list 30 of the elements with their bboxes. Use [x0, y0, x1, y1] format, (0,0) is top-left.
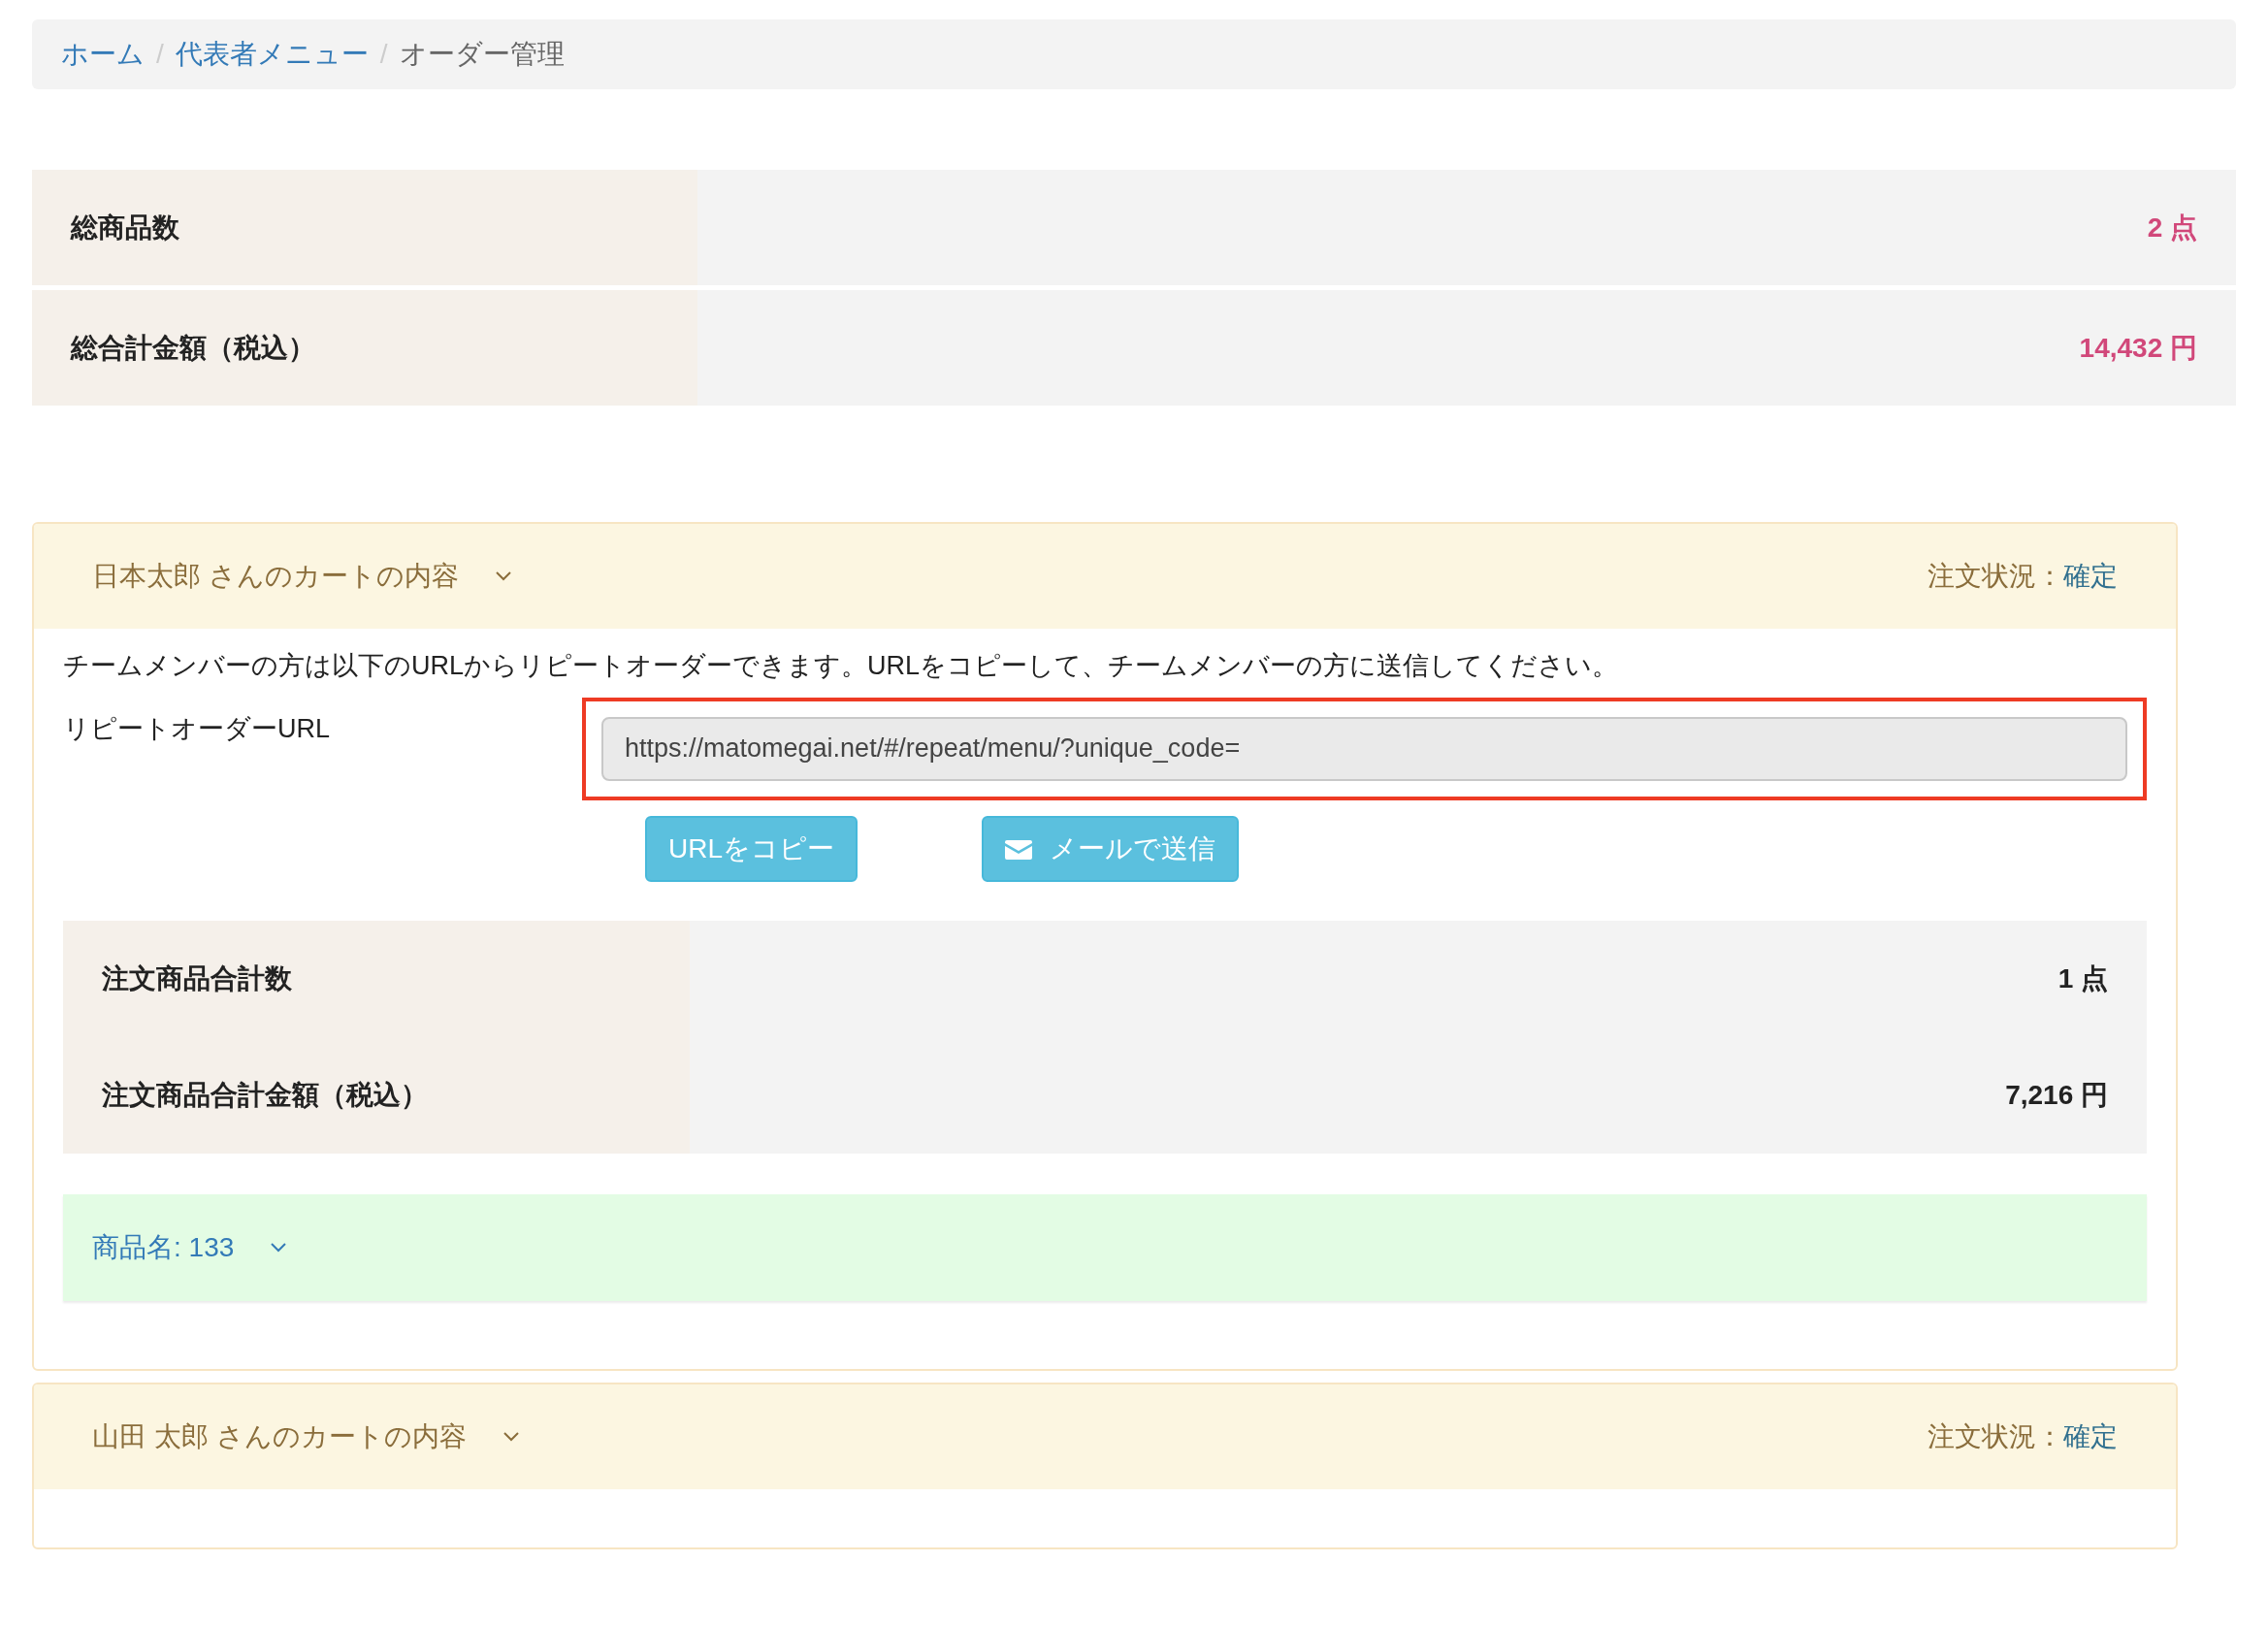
- url-field[interactable]: https://matomegai.net/#/repeat/menu/?unique_code=: [601, 716, 2127, 781]
- cart-title: 日本太郎 さんのカートの内容: [92, 560, 459, 593]
- breadcrumb-separator: /: [378, 38, 389, 71]
- breadcrumb-link[interactable]: 代表者メニュー: [175, 34, 369, 75]
- product-item-header[interactable]: 商品名: 133: [63, 1193, 2147, 1301]
- order-status-link[interactable]: 確定: [2063, 1416, 2118, 1457]
- breadcrumb-separator: /: [155, 38, 165, 71]
- summary-value: 14,432 円: [2079, 331, 2197, 365]
- url-label: リピートオーダーURL: [63, 712, 331, 745]
- order-status-label: 注文状況：: [1928, 1419, 2063, 1453]
- breadcrumb-link[interactable]: ホーム: [61, 34, 145, 75]
- totals-label: 注文商品合計数: [102, 961, 292, 995]
- chevron-down-icon: [501, 1430, 521, 1443]
- chevron-down-icon: [493, 570, 513, 582]
- order-status-link[interactable]: 確定: [2063, 556, 2118, 597]
- cart-panel-header[interactable]: 山田 太郎 さんのカートの内容 注文状況：確定: [34, 1384, 2176, 1489]
- breadcrumb-current: オーダー管理: [399, 38, 565, 71]
- chevron-down-icon: [269, 1241, 289, 1254]
- totals-label: 注文商品合計金額（税込）: [102, 1078, 428, 1112]
- order-status-label: 注文状況：: [1928, 560, 2063, 593]
- totals-value: 1 点: [2057, 961, 2108, 995]
- summary-label: 総商品数: [71, 211, 179, 244]
- summary-label: 総合計金額（税込）: [71, 331, 315, 365]
- summary-value: 2 点: [2147, 211, 2197, 244]
- product-name: 商品名: 133: [92, 1230, 235, 1264]
- cart-title: 山田 太郎 さんのカートの内容: [92, 1419, 467, 1453]
- totals-value: 7,216 円: [2005, 1078, 2108, 1112]
- envelope-icon: [1005, 837, 1032, 860]
- notice-text: チームメンバーの方は以下のURLからリピートオーダーできます。URLをコピーして、チームメンバーの方に送信してください。: [63, 650, 1620, 682]
- cart-panel-header[interactable]: 日本太郎 さんのカートの内容 注文状況：確定: [34, 524, 2176, 629]
